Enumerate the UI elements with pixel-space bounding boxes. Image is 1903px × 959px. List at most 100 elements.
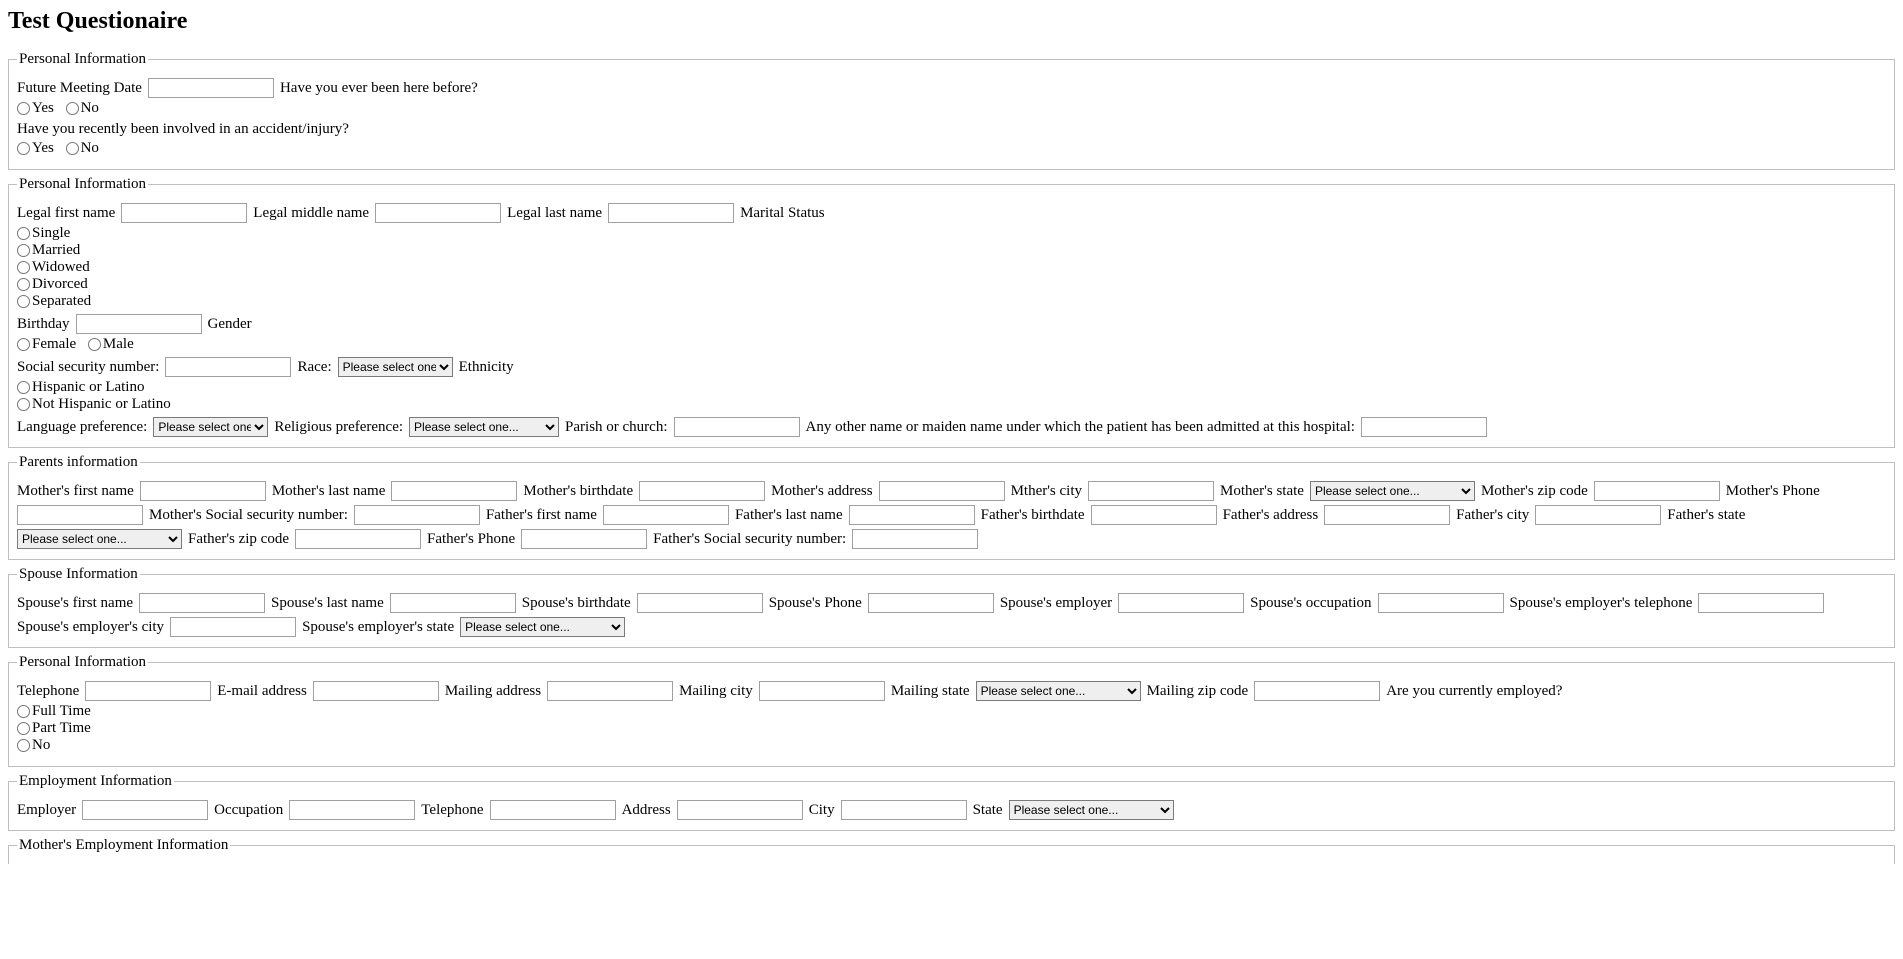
f-state-select[interactable]: Please select one... [17, 529, 182, 549]
fieldset-personal-1: Personal Information Future Meeting Date… [8, 51, 1895, 170]
label-mail-state: Mailing state [891, 683, 970, 700]
radio-eth-hisp[interactable] [17, 381, 30, 394]
radio-beenhere-yes[interactable] [17, 102, 30, 115]
label-single: Single [32, 225, 70, 241]
label-emp-tel: Telephone [421, 802, 483, 819]
label-m-state: Mother's state [1220, 483, 1304, 500]
s-emp-input[interactable] [1118, 593, 1244, 613]
tel-input[interactable] [85, 681, 211, 701]
radio-emp-part[interactable] [17, 722, 30, 735]
f-bdate-input[interactable] [1091, 505, 1217, 525]
label-f-zip: Father's zip code [188, 531, 289, 548]
radio-emp-full[interactable] [17, 705, 30, 718]
mail-city-input[interactable] [759, 681, 885, 701]
parish-input[interactable] [674, 417, 800, 437]
email-input[interactable] [313, 681, 439, 701]
f-city-input[interactable] [1535, 505, 1661, 525]
f-zip-input[interactable] [295, 529, 421, 549]
s-emp-tel-input[interactable] [1698, 593, 1824, 613]
emp-tel-input[interactable] [490, 800, 616, 820]
s-bdate-input[interactable] [637, 593, 763, 613]
radio-gender-male[interactable] [88, 338, 101, 351]
page-title: Test Questionaire [8, 8, 1895, 35]
radio-gender-female[interactable] [17, 338, 30, 351]
label-lang-pref: Language preference: [17, 419, 147, 436]
m-ssn-input[interactable] [354, 505, 480, 525]
label-full: Full Time [32, 703, 91, 719]
f-phone-input[interactable] [521, 529, 647, 549]
label-s-last: Spouse's last name [271, 595, 384, 612]
label-f-addr: Father's address [1223, 507, 1319, 524]
legend-spouse: Spouse Information [17, 566, 140, 583]
m-first-input[interactable] [140, 481, 266, 501]
employer-input[interactable] [82, 800, 208, 820]
m-bdate-input[interactable] [639, 481, 765, 501]
label-marital-status: Marital Status [740, 205, 825, 222]
radio-beenhere-no[interactable] [66, 102, 79, 115]
radio-marital-widowed[interactable] [17, 261, 30, 274]
label-birthday: Birthday [17, 316, 70, 333]
label-female: Female [32, 336, 76, 352]
label-m-zip: Mother's zip code [1481, 483, 1588, 500]
last-name-input[interactable] [608, 203, 734, 223]
relig-pref-select[interactable]: Please select one... [409, 417, 559, 437]
lang-pref-select[interactable]: Please select one... [153, 417, 268, 437]
mail-addr-input[interactable] [547, 681, 673, 701]
fieldset-parents: Parents information Mother's first name … [8, 454, 1895, 560]
s-last-input[interactable] [390, 593, 516, 613]
radio-accident-yes[interactable] [17, 142, 30, 155]
occupation-input[interactable] [289, 800, 415, 820]
birthday-input[interactable] [76, 314, 202, 334]
s-phone-input[interactable] [868, 593, 994, 613]
label-divorced: Divorced [32, 276, 88, 292]
s-first-input[interactable] [139, 593, 265, 613]
m-state-select[interactable]: Please select one... [1310, 481, 1475, 501]
label-f-bdate: Father's birthdate [981, 507, 1085, 524]
race-select[interactable]: Please select one... [338, 357, 453, 377]
m-zip-input[interactable] [1594, 481, 1720, 501]
label-emp-city: City [809, 802, 835, 819]
label-mail-zip: Mailing zip code [1147, 683, 1249, 700]
future-meeting-date-input[interactable] [148, 78, 274, 98]
s-occ-input[interactable] [1378, 593, 1504, 613]
label-m-ssn: Mother's Social security number: [149, 507, 348, 524]
radio-marital-married[interactable] [17, 244, 30, 257]
emp-addr-input[interactable] [677, 800, 803, 820]
mail-state-select[interactable]: Please select one... [976, 681, 1141, 701]
emp-state-select[interactable]: Please select one... [1009, 800, 1174, 820]
m-addr-input[interactable] [879, 481, 1005, 501]
m-phone-input[interactable] [17, 505, 143, 525]
first-name-input[interactable] [121, 203, 247, 223]
legend-personal-3: Personal Information [17, 654, 148, 671]
mail-zip-input[interactable] [1254, 681, 1380, 701]
f-first-input[interactable] [603, 505, 729, 525]
label-m-phone: Mother's Phone [1726, 483, 1820, 500]
radio-marital-single[interactable] [17, 227, 30, 240]
f-addr-input[interactable] [1324, 505, 1450, 525]
other-name-input[interactable] [1361, 417, 1487, 437]
m-last-input[interactable] [391, 481, 517, 501]
radio-accident-no[interactable] [66, 142, 79, 155]
s-emp-state-select[interactable]: Please select one... [460, 617, 625, 637]
fieldset-mother-employment: Mother's Employment Information [8, 837, 1895, 864]
ssn-input[interactable] [165, 357, 291, 377]
emp-city-input[interactable] [841, 800, 967, 820]
label-mail-addr: Mailing address [445, 683, 541, 700]
radio-eth-nonhisp[interactable] [17, 398, 30, 411]
f-ssn-input[interactable] [852, 529, 978, 549]
middle-name-input[interactable] [375, 203, 501, 223]
f-last-input[interactable] [849, 505, 975, 525]
label-tel: Telephone [17, 683, 79, 700]
radio-marital-separated[interactable] [17, 295, 30, 308]
radio-marital-divorced[interactable] [17, 278, 30, 291]
m-city-input[interactable] [1088, 481, 1214, 501]
label-ssn: Social security number: [17, 359, 159, 376]
radio-emp-no[interactable] [17, 739, 30, 752]
label-f-phone: Father's Phone [427, 531, 515, 548]
s-emp-city-input[interactable] [170, 617, 296, 637]
label-yes-2: Yes [32, 140, 54, 156]
legend-parents: Parents information [17, 454, 140, 471]
label-f-last: Father's last name [735, 507, 843, 524]
label-widowed: Widowed [32, 259, 90, 275]
label-m-city: Mther's city [1011, 483, 1082, 500]
